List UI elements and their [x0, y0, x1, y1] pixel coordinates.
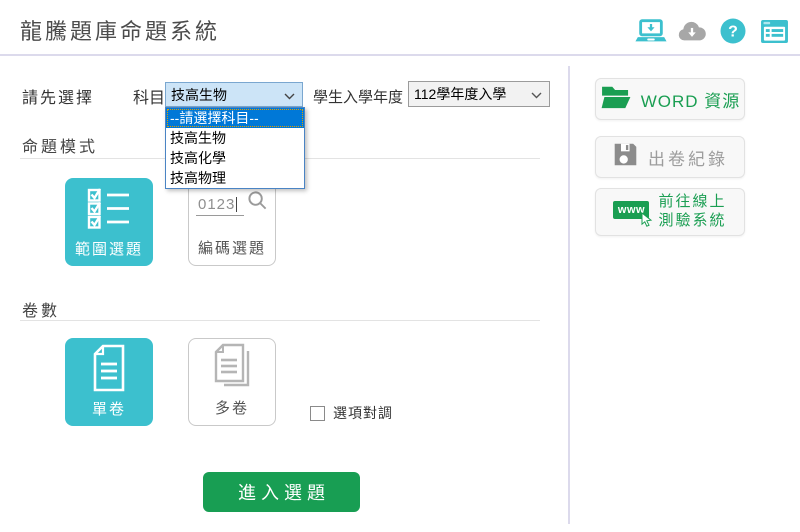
- code-input-value: 0123: [198, 196, 235, 213]
- chevron-down-icon: [531, 86, 542, 102]
- record-button[interactable]: 出卷紀錄: [595, 136, 745, 178]
- www-cursor-icon: www: [613, 201, 649, 223]
- cloud-download-icon[interactable]: [676, 17, 708, 45]
- svg-text:?: ?: [728, 24, 738, 41]
- paper-section-title: 卷數: [22, 297, 60, 321]
- text-caret: [236, 197, 237, 212]
- online-test-label: 前往線上 測驗系統: [658, 193, 726, 231]
- exam-list-icon[interactable]: [758, 17, 790, 45]
- year-label: 學生入學年度: [313, 86, 403, 107]
- search-icon[interactable]: [247, 190, 268, 216]
- online-test-button[interactable]: www 前往線上 測驗系統: [595, 188, 745, 236]
- chevron-down-icon: [284, 87, 295, 103]
- code-select-button[interactable]: 0123 編碼選題: [188, 178, 276, 266]
- year-select-value: 112學年度入學: [414, 84, 506, 104]
- folder-icon: [600, 84, 632, 115]
- dropdown-option-chemistry[interactable]: 技高化學: [166, 148, 304, 168]
- dropdown-option-placeholder[interactable]: --請選擇科目--: [166, 108, 304, 128]
- multi-paper-button[interactable]: 多卷: [188, 338, 276, 426]
- subject-select-value: 技高生物: [171, 85, 227, 105]
- code-button-label: 編碼選題: [198, 237, 266, 258]
- checklist-icon: [86, 178, 132, 238]
- multi-document-icon: [210, 339, 254, 397]
- swap-options-label: 選項對調: [333, 403, 393, 423]
- online-test-line2: 測驗系統: [658, 212, 726, 229]
- swap-options-checkbox[interactable]: [310, 406, 325, 421]
- subject-dropdown-list: --請選擇科目-- 技高生物 技高化學 技高物理: [165, 107, 305, 189]
- floppy-disk-icon: [612, 141, 639, 173]
- range-button-label: 範圍選題: [75, 238, 143, 259]
- prompt-label: 請先選擇: [22, 84, 94, 108]
- dropdown-option-physics[interactable]: 技高物理: [166, 168, 304, 188]
- online-test-line1: 前往線上: [658, 193, 726, 210]
- enter-selection-button[interactable]: 進入選題: [203, 472, 360, 512]
- range-select-button[interactable]: 範圍選題: [65, 178, 153, 266]
- single-paper-label: 單卷: [92, 398, 126, 419]
- multi-paper-label: 多卷: [215, 397, 249, 418]
- swap-options-row: 選項對調: [310, 403, 393, 423]
- mode-section-title: 命題模式: [22, 133, 98, 157]
- single-paper-button[interactable]: 單卷: [65, 338, 153, 426]
- laptop-download-icon[interactable]: [635, 17, 667, 45]
- record-label: 出卷紀錄: [648, 145, 728, 170]
- dropdown-option-biology[interactable]: 技高生物: [166, 128, 304, 148]
- section-divider: [20, 320, 540, 321]
- help-icon[interactable]: ?: [717, 17, 749, 45]
- code-input[interactable]: 0123: [196, 196, 244, 216]
- word-resource-label: WORD 資源: [641, 87, 741, 112]
- subject-select[interactable]: 技高生物: [165, 82, 303, 107]
- header-icon-bar: ?: [635, 17, 790, 45]
- year-select[interactable]: 112學年度入學: [408, 81, 550, 107]
- app-title: 龍騰題庫命題系統: [20, 14, 220, 46]
- single-document-icon: [89, 338, 129, 398]
- vertical-divider: [568, 66, 570, 524]
- word-resource-button[interactable]: WORD 資源: [595, 78, 745, 120]
- subject-label: 科目: [133, 84, 165, 108]
- header: 龍騰題庫命題系統 ?: [0, 0, 800, 56]
